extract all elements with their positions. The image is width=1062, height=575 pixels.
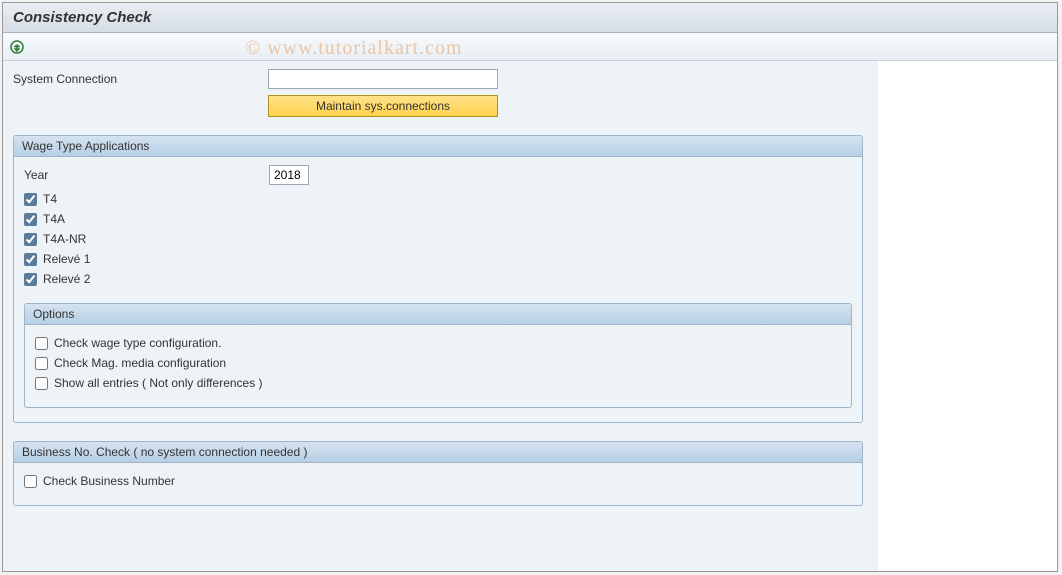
checkbox-row-releve1: Relevé 1 xyxy=(24,249,852,269)
page-title: Consistency Check xyxy=(3,3,1057,33)
checkbox-label: Relevé 1 xyxy=(43,252,90,266)
wage-type-applications-header: Wage Type Applications xyxy=(14,136,862,157)
checkbox-row-wage-type-config: Check wage type configuration. xyxy=(35,333,841,353)
checkbox-releve2[interactable] xyxy=(24,273,37,286)
toolbar xyxy=(3,33,1057,61)
checkbox-row-releve2: Relevé 2 xyxy=(24,269,852,289)
business-no-check-group: Business No. Check ( no system connectio… xyxy=(13,441,863,506)
checkbox-show-all[interactable] xyxy=(35,377,48,390)
year-label: Year xyxy=(24,168,269,182)
checkbox-t4a-nr[interactable] xyxy=(24,233,37,246)
checkbox-row-show-all: Show all entries ( Not only differences … xyxy=(35,373,841,393)
checkbox-label: Check wage type configuration. xyxy=(54,336,221,350)
content-area: System Connection Maintain sys.connectio… xyxy=(3,61,878,571)
year-row: Year xyxy=(24,165,852,185)
checkbox-business-number[interactable] xyxy=(24,475,37,488)
checkbox-row-t4: T4 xyxy=(24,189,852,209)
checkbox-label: Check Mag. media configuration xyxy=(54,356,226,370)
checkbox-label: Show all entries ( Not only differences … xyxy=(54,376,263,390)
checkbox-label: Check Business Number xyxy=(43,474,175,488)
execute-icon[interactable] xyxy=(9,39,25,55)
checkbox-label: T4 xyxy=(43,192,57,206)
checkbox-label: T4A-NR xyxy=(43,232,86,246)
checkbox-row-t4a-nr: T4A-NR xyxy=(24,229,852,249)
business-no-check-header: Business No. Check ( no system connectio… xyxy=(14,442,862,463)
checkbox-label: T4A xyxy=(43,212,65,226)
checkbox-label: Relevé 2 xyxy=(43,272,90,286)
options-group: Options Check wage type configuration. C… xyxy=(24,303,852,408)
checkbox-t4a[interactable] xyxy=(24,213,37,226)
checkbox-t4[interactable] xyxy=(24,193,37,206)
wage-type-applications-group: Wage Type Applications Year T4 T4A T4A-N… xyxy=(13,135,863,423)
checkbox-wage-type-config[interactable] xyxy=(35,337,48,350)
checkbox-row-mag-media: Check Mag. media configuration xyxy=(35,353,841,373)
checkbox-mag-media[interactable] xyxy=(35,357,48,370)
system-connection-label: System Connection xyxy=(13,72,268,86)
year-input[interactable] xyxy=(269,165,309,185)
options-header: Options xyxy=(25,304,851,325)
window: Consistency Check System Connection Main… xyxy=(2,2,1058,572)
maintain-sys-connections-button[interactable]: Maintain sys.connections xyxy=(268,95,498,117)
checkbox-row-t4a: T4A xyxy=(24,209,852,229)
system-connection-input[interactable] xyxy=(268,69,498,89)
checkbox-releve1[interactable] xyxy=(24,253,37,266)
system-connection-row: System Connection xyxy=(13,69,868,89)
checkbox-row-business-number: Check Business Number xyxy=(24,471,852,491)
